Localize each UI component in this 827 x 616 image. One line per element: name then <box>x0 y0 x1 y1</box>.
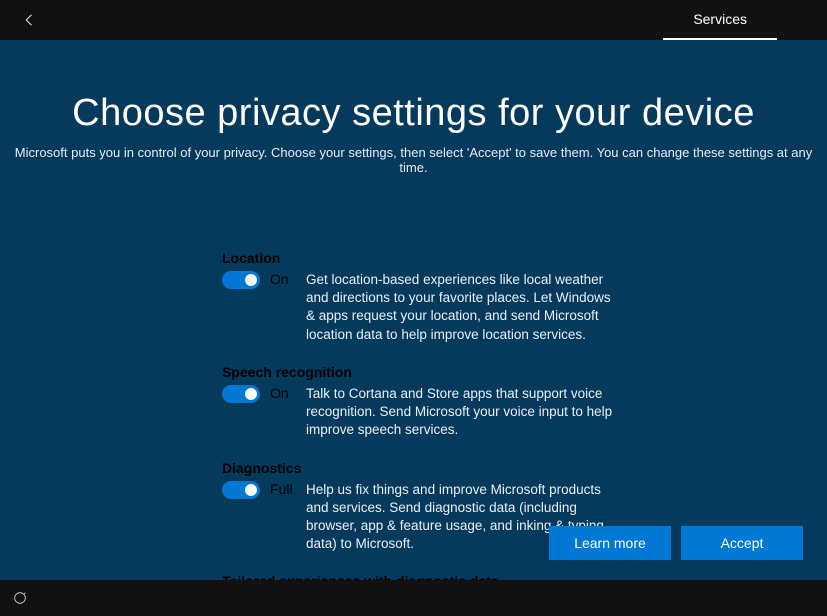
setting-location-label: Location <box>222 250 617 266</box>
arrow-left-icon <box>21 11 39 29</box>
toggle-knob <box>245 388 257 400</box>
setting-speech: Speech recognition On Talk to Cortana an… <box>222 364 617 440</box>
setting-tailored: Tailored experiences with diagnostic dat… <box>222 573 617 580</box>
toggle-diagnostics[interactable] <box>222 481 260 499</box>
setting-location-desc: Get location-based experiences like loca… <box>306 271 617 344</box>
setting-speech-label: Speech recognition <box>222 364 617 380</box>
top-bar: Services <box>0 0 827 40</box>
setting-location: Location On Get location-based experienc… <box>222 250 617 344</box>
back-button[interactable] <box>18 8 42 32</box>
accept-button[interactable]: Accept <box>681 526 803 560</box>
toggle-knob <box>245 274 257 286</box>
ease-of-access-icon <box>12 590 28 606</box>
toggle-speech[interactable] <box>222 385 260 403</box>
page-subtitle: Microsoft puts you in control of your pr… <box>0 145 827 175</box>
button-row: Learn more Accept <box>549 526 803 560</box>
page-title: Choose privacy settings for your device <box>0 92 827 135</box>
toggle-location[interactable] <box>222 271 260 289</box>
bottom-bar <box>0 580 827 616</box>
setting-speech-desc: Talk to Cortana and Store apps that supp… <box>306 385 617 440</box>
oobe-window: Services Choose privacy settings for you… <box>0 0 827 616</box>
content-area: Choose privacy settings for your device … <box>0 40 827 580</box>
setting-tailored-label: Tailored experiences with diagnostic dat… <box>222 573 617 580</box>
toggle-location-state: On <box>270 271 298 287</box>
toggle-diagnostics-state: Full <box>270 481 298 497</box>
learn-more-button[interactable]: Learn more <box>549 526 671 560</box>
toggle-speech-state: On <box>270 385 298 401</box>
ease-of-access-button[interactable] <box>10 588 30 608</box>
setting-diagnostics-label: Diagnostics <box>222 460 617 476</box>
tab-services[interactable]: Services <box>663 0 777 40</box>
toggle-knob <box>245 484 257 496</box>
